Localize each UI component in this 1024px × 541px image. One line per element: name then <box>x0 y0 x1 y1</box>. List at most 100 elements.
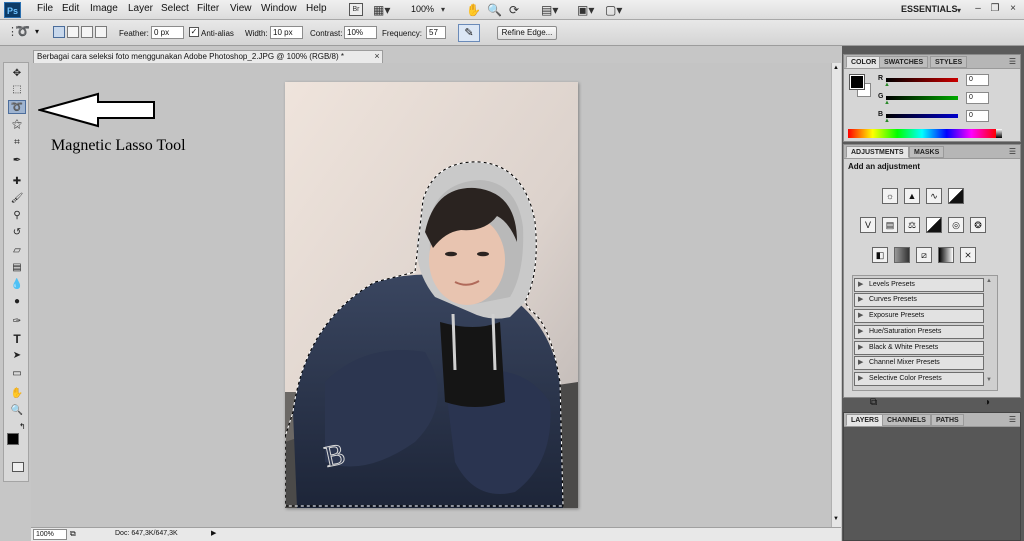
healing-brush-tool-icon[interactable]: ✚ <box>8 175 26 189</box>
minimize-icon[interactable]: – <box>972 3 984 15</box>
hand-icon[interactable]: ✋ <box>466 2 481 18</box>
menu-layer[interactable]: Layer <box>128 3 153 14</box>
menu-file[interactable]: File <box>37 3 53 14</box>
green-value-input[interactable]: 0 <box>966 92 989 104</box>
contrast-input[interactable]: 10% <box>344 26 377 39</box>
presets-scroll-down-icon[interactable]: ▼ <box>986 377 992 383</box>
zoom-tool-icon[interactable]: 🔍 <box>8 404 26 418</box>
red-value-input[interactable]: 0 <box>966 74 989 86</box>
green-slider[interactable] <box>886 96 958 100</box>
blur-tool-icon[interactable]: 💧 <box>8 278 26 292</box>
threshold-icon[interactable]: ⧄ <box>916 247 932 263</box>
tool-preset-dropdown-icon[interactable]: ▾ <box>35 27 39 36</box>
pen-tool-icon[interactable]: ✑ <box>8 315 26 329</box>
status-arrow-icon[interactable]: ▶ <box>211 529 216 537</box>
marquee-tool-icon[interactable]: ⬚ <box>8 83 26 97</box>
preset-black-white[interactable]: ▶ Black & White Presets <box>854 341 984 355</box>
menu-help[interactable]: Help <box>306 3 327 14</box>
gradient-map-icon[interactable] <box>938 247 954 263</box>
shape-tool-icon[interactable]: ▭ <box>8 367 26 381</box>
close-window-icon[interactable]: × <box>1007 3 1019 15</box>
quick-mask-icon[interactable] <box>12 462 24 472</box>
eyedropper-tool-icon[interactable]: ✒ <box>8 154 26 168</box>
document-tab[interactable]: Berbagai cara seleksi foto menggunakan A… <box>33 50 383 63</box>
preset-levels[interactable]: ▶ Levels Presets <box>854 278 984 292</box>
red-slider[interactable] <box>886 78 958 82</box>
gradient-tool-icon[interactable]: ▤ <box>8 261 26 275</box>
eraser-tool-icon[interactable]: ▱ <box>8 244 26 258</box>
preset-channel-mixer[interactable]: ▶ Channel Mixer Presets <box>854 356 984 370</box>
document-canvas-image[interactable]: B <box>285 82 578 508</box>
antialias-checkbox[interactable]: ✓ <box>189 27 199 37</box>
color-panel-menu-icon[interactable]: ☰ <box>1009 57 1016 66</box>
color-ramp-spectrum[interactable] <box>848 129 996 138</box>
hue-saturation-icon[interactable]: ▤ <box>882 217 898 233</box>
type-tool-icon[interactable]: T <box>8 332 26 346</box>
vertical-scrollbar[interactable]: ▲ ▼ <box>831 63 841 527</box>
width-input[interactable]: 10 px <box>270 26 303 39</box>
black-white-icon[interactable] <box>926 217 942 233</box>
exposure-icon[interactable] <box>948 188 964 204</box>
rotate-icon[interactable]: ⟳ <box>509 2 519 18</box>
panel-foreground-swatch[interactable] <box>849 74 865 90</box>
tab-layers[interactable]: LAYERS <box>846 414 884 426</box>
photo-filter-icon[interactable]: ◎ <box>948 217 964 233</box>
add-to-selection-icon[interactable] <box>67 26 79 38</box>
move-tool-icon[interactable]: ✥ <box>8 67 26 81</box>
invert-icon[interactable]: ◧ <box>872 247 888 263</box>
menu-image[interactable]: Image <box>90 3 118 14</box>
levels-icon[interactable]: ▲ <box>904 188 920 204</box>
scroll-up-icon[interactable]: ▲ <box>833 65 839 71</box>
layout-icon[interactable]: ▣▾ <box>577 2 594 18</box>
presets-scroll-up-icon[interactable]: ▲ <box>986 278 992 284</box>
tab-masks[interactable]: MASKS <box>909 146 945 158</box>
new-selection-icon[interactable] <box>53 26 65 38</box>
workspace-dropdown-icon[interactable]: ▾ <box>957 3 961 19</box>
brightness-contrast-icon[interactable]: ☼ <box>882 188 898 204</box>
color-balance-icon[interactable]: ⚖ <box>904 217 920 233</box>
zoom-level[interactable]: 100% <box>411 4 434 14</box>
tab-channels[interactable]: CHANNELS <box>882 414 931 426</box>
color-ramp-grayscale[interactable] <box>996 129 1002 138</box>
blue-slider-thumb-icon[interactable]: ▲ <box>884 118 890 124</box>
menu-filter[interactable]: Filter <box>197 3 219 14</box>
hand-tool-icon[interactable]: ✋ <box>8 387 26 401</box>
green-slider-thumb-icon[interactable]: ▲ <box>884 100 890 106</box>
preset-curves[interactable]: ▶ Curves Presets <box>854 293 984 307</box>
menu-select[interactable]: Select <box>161 3 189 14</box>
tab-swatches[interactable]: SWATCHES <box>879 56 929 68</box>
restore-icon[interactable]: ❐ <box>989 3 1001 15</box>
menu-window[interactable]: Window <box>261 3 297 14</box>
curves-icon[interactable]: ∿ <box>926 188 942 204</box>
frequency-input[interactable]: 57 <box>426 26 446 39</box>
menu-view[interactable]: View <box>230 3 252 14</box>
zoom-dropdown-icon[interactable]: ▾ <box>441 2 445 18</box>
magic-wand-tool-icon[interactable]: ⚝ <box>8 118 26 132</box>
posterize-icon[interactable] <box>894 247 910 263</box>
scroll-down-icon[interactable]: ▼ <box>833 516 839 522</box>
layers-panel-menu-icon[interactable]: ☰ <box>1009 415 1016 424</box>
adjustments-panel-menu-icon[interactable]: ☰ <box>1009 147 1016 156</box>
close-document-icon[interactable]: × <box>372 50 382 62</box>
tab-styles[interactable]: STYLES <box>930 56 968 68</box>
intersect-selection-icon[interactable] <box>95 26 107 38</box>
tab-color[interactable]: COLOR <box>846 56 882 68</box>
bridge-icon[interactable]: Br <box>349 3 363 16</box>
menu-edit[interactable]: Edit <box>62 3 79 14</box>
brush-tool-icon[interactable]: 🖌 <box>8 192 26 206</box>
blue-slider[interactable] <box>886 114 958 118</box>
adjustment-mask-icon[interactable]: ◑ <box>984 397 990 408</box>
status-preview-icon[interactable]: ⧉ <box>70 529 76 539</box>
clip-to-layer-icon[interactable]: ⧉ <box>870 397 877 408</box>
tab-adjustments[interactable]: ADJUSTMENTS <box>846 146 909 158</box>
blue-value-input[interactable]: 0 <box>966 110 989 122</box>
foreground-color-swatch[interactable] <box>7 433 19 445</box>
tablet-pressure-icon[interactable]: ✎ <box>458 24 480 42</box>
zoom-icon[interactable]: 🔍 <box>487 2 502 18</box>
screen-mode-icon[interactable]: ▦▾ <box>373 2 390 18</box>
crop-tool-icon[interactable]: ⌗ <box>8 136 26 150</box>
arrange-icon[interactable]: ▤▾ <box>541 2 558 18</box>
red-slider-thumb-icon[interactable]: ▲ <box>884 82 890 88</box>
feather-input[interactable]: 0 px <box>151 26 184 39</box>
dodge-tool-icon[interactable]: ● <box>8 295 26 309</box>
